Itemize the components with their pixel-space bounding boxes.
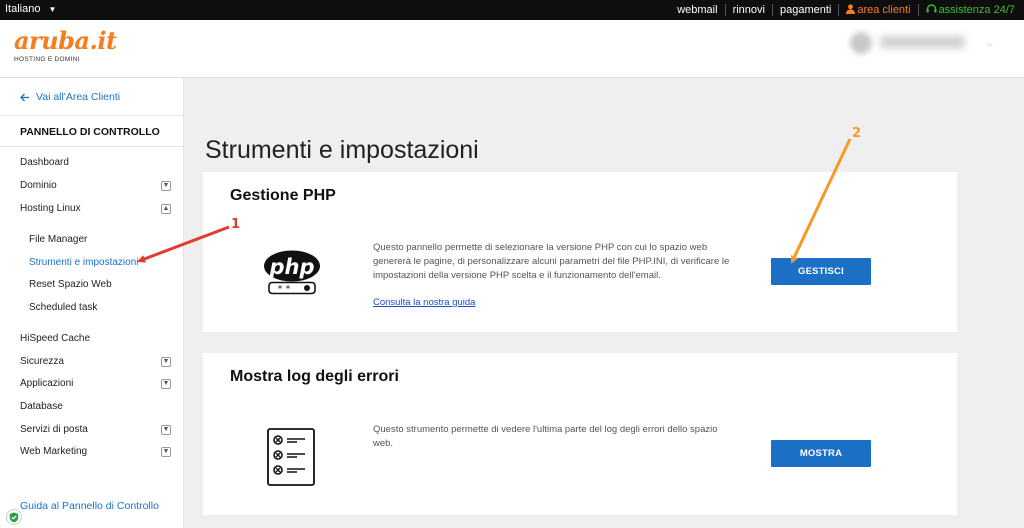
chevron-down-icon[interactable]: ▼ <box>161 180 171 191</box>
consulta-guida-link[interactable]: Consulta la nostra guida <box>373 297 475 308</box>
sidebar-item-sicurezza[interactable]: Sicurezza ▼ <box>20 355 171 368</box>
sidebar-item-label: Applicazioni <box>20 378 74 389</box>
sidebar: Vai all'Area Clienti PANNELLO DI CONTROL… <box>0 78 184 528</box>
back-to-area-clienti-link[interactable]: Vai all'Area Clienti <box>20 91 120 103</box>
chevron-up-icon[interactable]: ▲ <box>161 203 171 214</box>
caret-down-icon: ▼ <box>48 4 57 14</box>
headset-icon <box>926 4 937 13</box>
sidebar-item-label: Servizi di posta <box>20 424 88 435</box>
php-icon: php * * <box>264 250 322 301</box>
shield-check-icon <box>9 512 19 522</box>
sidebar-item-label: Sicurezza <box>20 356 64 367</box>
top-links: webmail rinnovi pagamenti area clienti a… <box>670 0 1022 20</box>
sidebar-item-scheduled-task[interactable]: Scheduled task <box>29 301 180 314</box>
sidebar-item-label: Hosting Linux <box>20 203 81 214</box>
panel-title: PANNELLO DI CONTROLLO <box>20 126 160 138</box>
language-label: Italiano <box>5 3 41 15</box>
logo-tagline: HOSTING E DOMINI <box>14 56 80 63</box>
php-card-description: Questo pannello permette di selezionare … <box>373 242 730 281</box>
avatar <box>850 32 872 54</box>
rinnovi-link[interactable]: rinnovi <box>724 4 772 16</box>
sidebar-item-strumenti[interactable]: Strumenti e impostazioni <box>29 256 180 269</box>
svg-text:*: * <box>286 285 291 295</box>
log-card-title: Mostra log degli errori <box>230 368 399 385</box>
php-card-title: Gestione PHP <box>230 187 336 204</box>
sidebar-item-hosting-linux[interactable]: Hosting Linux ▲ <box>20 202 171 215</box>
area-clienti-link[interactable]: area clienti <box>838 4 917 16</box>
divider <box>0 115 184 116</box>
divider <box>0 146 184 147</box>
logo-wordmark: aruba.it <box>14 26 117 55</box>
sidebar-item-dominio[interactable]: Dominio ▼ <box>20 179 171 192</box>
sidebar-item-label: Strumenti e impostazioni <box>29 257 139 268</box>
gestisci-button[interactable]: GESTISCI <box>771 258 871 285</box>
log-list-icon <box>267 428 315 491</box>
aruba-logo[interactable]: aruba.it HOSTING E DOMINI <box>14 26 117 64</box>
user-name-blurred <box>880 36 965 48</box>
chevron-down-icon: ⌄ <box>985 37 995 49</box>
sidebar-item-file-manager[interactable]: File Manager <box>29 233 180 246</box>
sidebar-item-reset-spazio-web[interactable]: Reset Spazio Web <box>29 278 180 291</box>
sidebar-item-label: Dashboard <box>20 157 69 168</box>
area-clienti-label: area clienti <box>857 4 911 16</box>
annotation-marker-2: 2 <box>852 126 862 141</box>
pagamenti-link[interactable]: pagamenti <box>771 4 838 16</box>
sidebar-item-database[interactable]: Database <box>20 400 171 413</box>
language-selector[interactable]: Italiano ▼ <box>5 3 56 15</box>
sidebar-item-applicazioni[interactable]: Applicazioni ▼ <box>20 377 171 390</box>
user-menu[interactable]: ⌄ <box>850 30 1000 60</box>
annotation-marker-1: 1 <box>231 217 241 232</box>
php-card: Gestione PHP php * * Questo pannello per… <box>203 172 957 332</box>
chevron-down-icon[interactable]: ▼ <box>161 356 171 367</box>
mostra-button[interactable]: MOSTRA <box>771 440 871 467</box>
assistenza-link[interactable]: assistenza 24/7 <box>917 4 1022 16</box>
assistenza-label: assistenza 24/7 <box>938 4 1015 16</box>
log-errori-card: Mostra log degli errori Questo strumento… <box>203 353 957 515</box>
page-title: Strumenti e impostazioni <box>205 136 479 164</box>
sidebar-item-label: File Manager <box>29 234 88 245</box>
svg-text:*: * <box>278 285 283 295</box>
sidebar-item-label: Scheduled task <box>29 302 98 313</box>
top-bar: Italiano ▼ webmail rinnovi pagamenti are… <box>0 0 1024 20</box>
user-icon <box>846 4 856 14</box>
arrow-left-icon <box>20 93 29 101</box>
guida-pannello-link[interactable]: Guida al Pannello di Controllo <box>20 500 159 512</box>
sidebar-item-label: Dominio <box>20 180 57 191</box>
chevron-down-icon[interactable]: ▼ <box>161 446 171 457</box>
sidebar-item-servizi-di-posta[interactable]: Servizi di posta ▼ <box>20 423 171 436</box>
sidebar-item-label: HiSpeed Cache <box>20 333 91 344</box>
webmail-link[interactable]: webmail <box>670 4 724 16</box>
php-icon-label: php <box>268 255 314 279</box>
sidebar-item-hispeed-cache[interactable]: HiSpeed Cache <box>20 332 171 345</box>
sidebar-item-label: Database <box>20 401 63 412</box>
shield-icon[interactable] <box>6 509 22 525</box>
sidebar-item-dashboard[interactable]: Dashboard <box>20 156 171 169</box>
header: aruba.it HOSTING E DOMINI ⌄ <box>0 20 1024 78</box>
chevron-down-icon[interactable]: ▼ <box>161 424 171 435</box>
back-link-label: Vai all'Area Clienti <box>36 91 121 103</box>
sidebar-item-label: Reset Spazio Web <box>29 279 112 290</box>
sidebar-item-label: Web Marketing <box>20 446 88 457</box>
sidebar-item-web-marketing[interactable]: Web Marketing ▼ <box>20 445 171 458</box>
chevron-down-icon[interactable]: ▼ <box>161 378 171 389</box>
log-card-description: Questo strumento permette di vedere l'ul… <box>373 424 718 449</box>
